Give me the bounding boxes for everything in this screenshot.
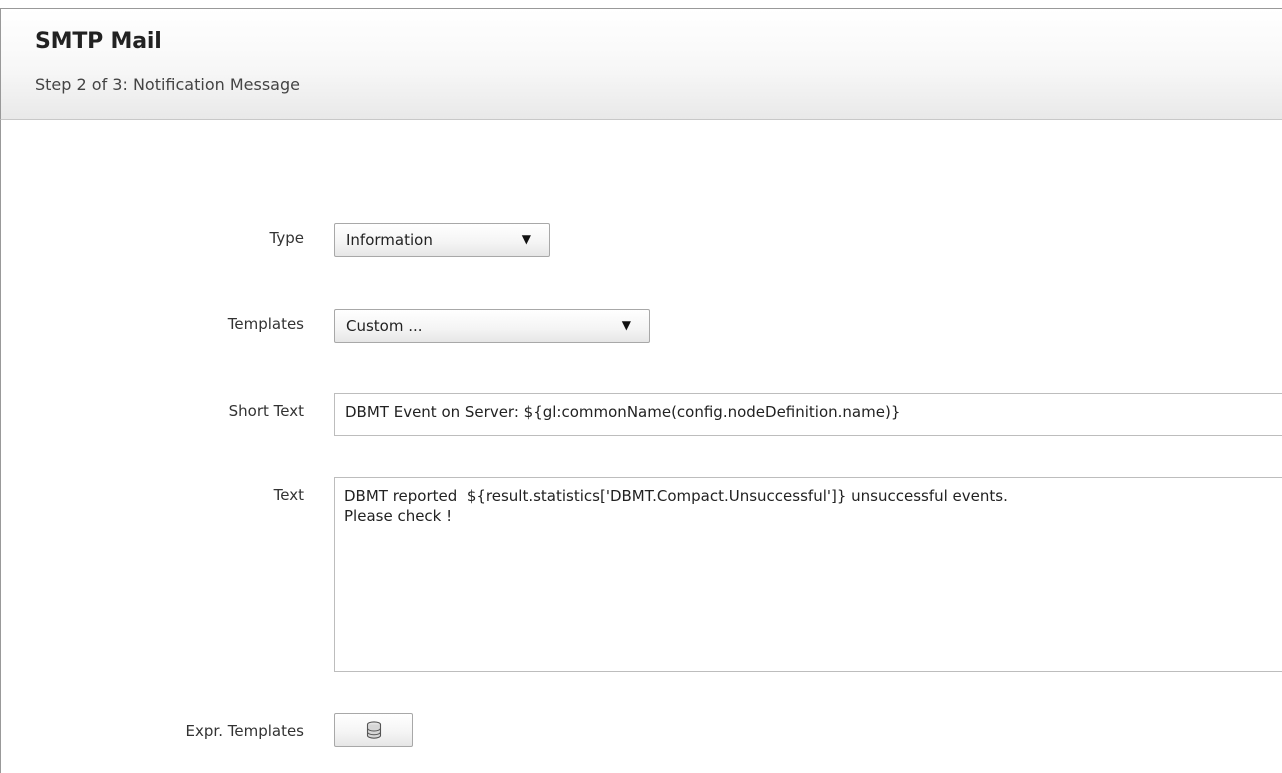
- type-select[interactable]: Information ▼: [334, 223, 550, 257]
- short-text-input[interactable]: DBMT Event on Server: ${gl:commonName(co…: [334, 393, 1282, 436]
- expr-templates-button[interactable]: [334, 713, 413, 747]
- chevron-down-icon: ▼: [521, 232, 531, 246]
- templates-select-value: Custom ...: [346, 317, 423, 335]
- templates-label: Templates: [227, 315, 304, 333]
- step-subtitle: Step 2 of 3: Notification Message: [35, 75, 300, 94]
- type-label: Type: [269, 229, 304, 247]
- chevron-down-icon: ▼: [621, 318, 631, 332]
- wizard-header: SMTP Mail Step 2 of 3: Notification Mess…: [0, 8, 1282, 120]
- expr-templates-label: Expr. Templates: [185, 722, 304, 740]
- short-text-label: Short Text: [228, 402, 304, 420]
- page-title: SMTP Mail: [35, 29, 162, 54]
- form-area: [0, 120, 1282, 773]
- text-textarea[interactable]: DBMT reported ${result.statistics['DBMT.…: [334, 477, 1282, 672]
- database-icon: [366, 721, 382, 739]
- wizard-frame: SMTP Mail Step 2 of 3: Notification Mess…: [0, 0, 1282, 773]
- text-label: Text: [273, 486, 304, 504]
- type-select-value: Information: [346, 231, 433, 249]
- templates-select[interactable]: Custom ... ▼: [334, 309, 650, 343]
